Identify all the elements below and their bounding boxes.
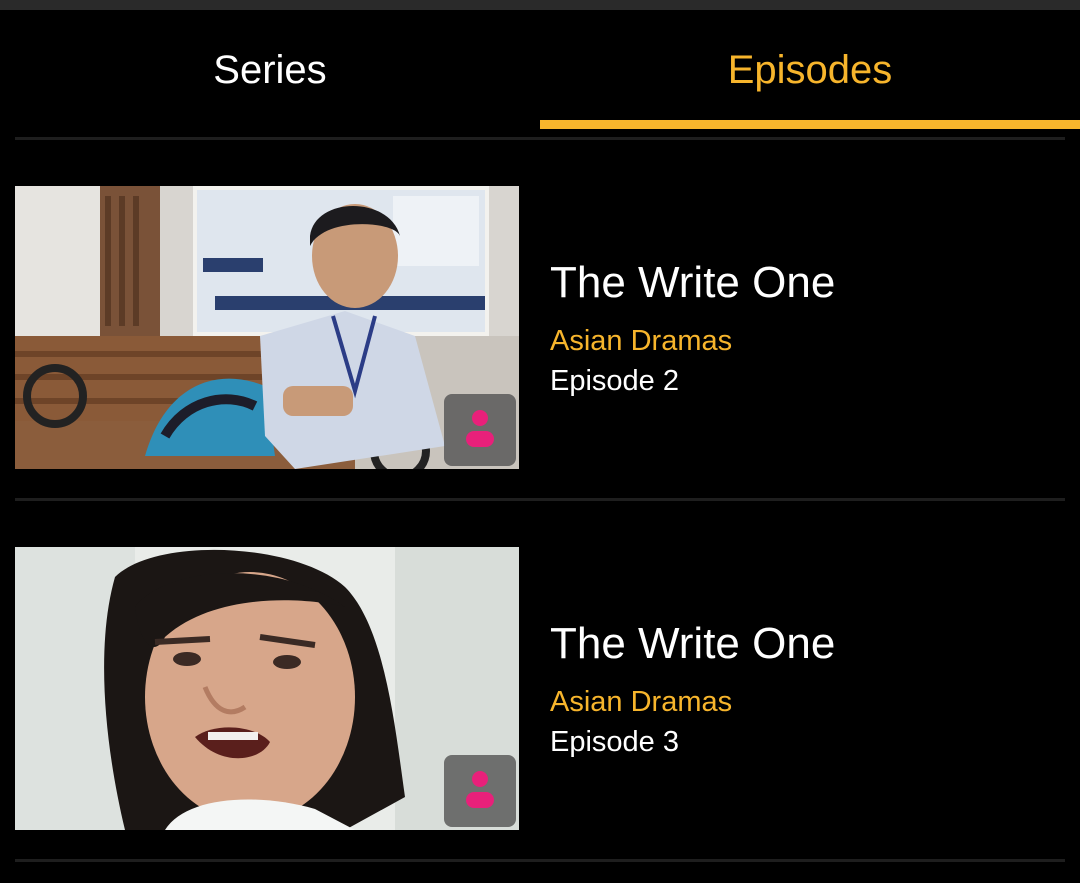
list-item[interactable]: The Write One Asian Dramas Episode 3 (15, 501, 1065, 862)
user-badge[interactable] (444, 394, 516, 466)
episode-info: The Write One Asian Dramas Episode 2 (550, 186, 835, 469)
status-bar-strip (0, 0, 1080, 10)
tab-series[interactable]: Series (15, 10, 525, 130)
list-item[interactable]: The Write One Asian Dramas Episode 2 (15, 140, 1065, 501)
tab-series-label: Series (213, 47, 327, 92)
episode-title: The Write One (550, 257, 836, 307)
episode-category: Asian Dramas (550, 685, 733, 718)
tab-bar: Series Episodes (15, 10, 1080, 140)
row-divider (15, 859, 1065, 862)
episode-number: Episode 2 (550, 364, 679, 397)
episode-number: Episode 3 (550, 725, 679, 758)
user-icon (466, 771, 494, 808)
tab-episodes[interactable]: Episodes (540, 10, 1080, 130)
episode-category: Asian Dramas (550, 324, 733, 357)
episode-thumbnail[interactable] (15, 186, 519, 469)
active-tab-indicator (540, 120, 1080, 129)
episode-title: The Write One (550, 618, 836, 668)
user-icon (466, 410, 494, 447)
episode-info: The Write One Asian Dramas Episode 3 (550, 547, 835, 830)
user-badge[interactable] (444, 755, 516, 827)
tab-episodes-label: Episodes (727, 47, 893, 92)
episode-thumbnail[interactable] (15, 547, 519, 830)
episode-list: The Write One Asian Dramas Episode 2 The… (15, 140, 1065, 862)
